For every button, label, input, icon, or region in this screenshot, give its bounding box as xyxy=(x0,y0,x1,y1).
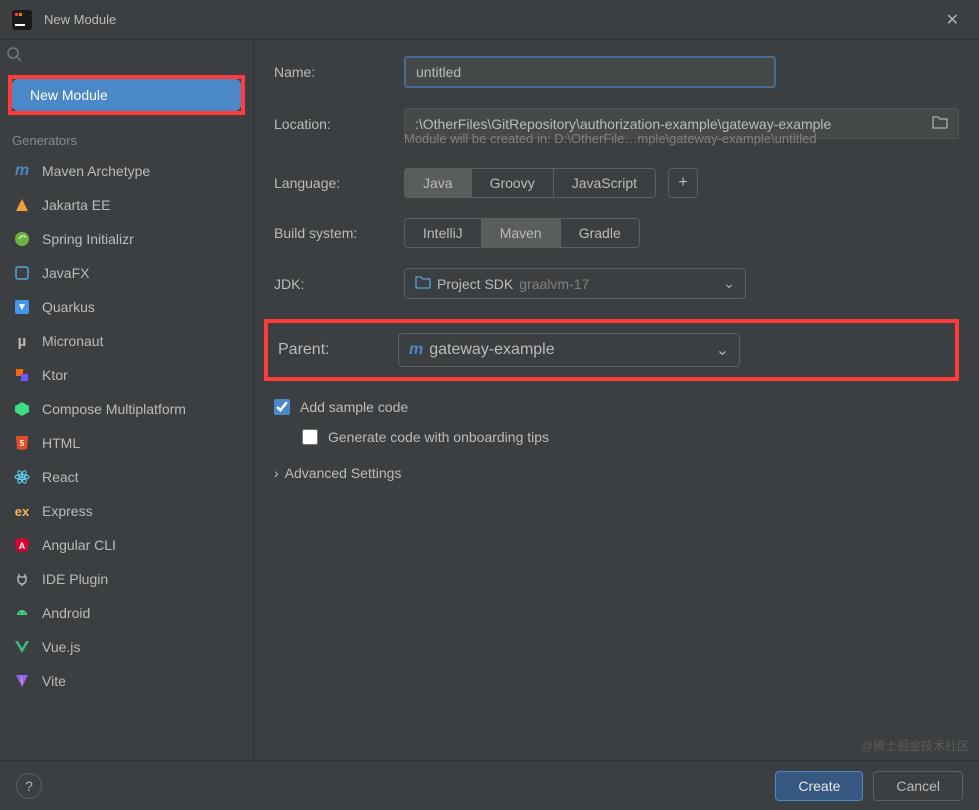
location-label: Location: xyxy=(274,116,404,132)
generators-header: Generators xyxy=(0,123,253,154)
svg-text:A: A xyxy=(19,541,26,551)
sidebar-item-label: Angular CLI xyxy=(42,537,116,553)
maven-m-icon: m xyxy=(409,341,423,359)
sidebar-item-ktor[interactable]: Ktor xyxy=(0,358,253,392)
main-panel: Name: Location: :\OtherFiles\GitReposito… xyxy=(254,40,979,760)
jdk-value: graalvm-17 xyxy=(519,276,589,292)
app-icon xyxy=(12,10,32,30)
footer: ? Create Cancel xyxy=(0,760,979,810)
svg-text:5: 5 xyxy=(20,439,25,448)
jdk-prefix: Project SDK xyxy=(437,276,513,292)
sidebar-item-label: Jakarta EE xyxy=(42,197,110,213)
sidebar-item-label: React xyxy=(42,469,79,485)
parent-label: Parent: xyxy=(268,341,398,359)
name-input[interactable] xyxy=(404,56,776,88)
sidebar-item-label: HTML xyxy=(42,435,80,451)
jakarta-icon xyxy=(12,195,32,215)
sidebar-item-quarkus[interactable]: Quarkus xyxy=(0,290,253,324)
sidebar-item-label: Ktor xyxy=(42,367,68,383)
build-option-maven[interactable]: Maven xyxy=(482,219,561,247)
jdk-label: JDK: xyxy=(274,276,404,292)
chevron-down-icon: ⌄ xyxy=(723,275,735,292)
spring-icon xyxy=(12,229,32,249)
add-language-button[interactable]: + xyxy=(668,168,698,198)
chevron-down-icon: ⌄ xyxy=(716,340,729,360)
generate-tips-label: Generate code with onboarding tips xyxy=(328,429,549,445)
generate-tips-row[interactable]: Generate code with onboarding tips xyxy=(302,429,959,445)
sidebar-item-label: Micronaut xyxy=(42,333,103,349)
language-option-java[interactable]: Java xyxy=(405,169,472,197)
sidebar-item-vuejs[interactable]: Vue.js xyxy=(0,630,253,664)
folder-icon[interactable] xyxy=(932,115,948,132)
micronaut-icon: µ xyxy=(12,331,32,351)
sidebar-item-android[interactable]: Android xyxy=(0,596,253,630)
sidebar-item-micronaut[interactable]: µ Micronaut xyxy=(0,324,253,358)
parent-dropdown[interactable]: m gateway-example ⌄ xyxy=(398,333,740,367)
sidebar-item-label: Spring Initializr xyxy=(42,231,134,247)
sidebar-item-label: JavaFX xyxy=(42,265,89,281)
add-sample-checkbox[interactable] xyxy=(274,399,290,415)
close-icon[interactable]: ✕ xyxy=(938,6,967,34)
quarkus-icon xyxy=(12,297,32,317)
language-label: Language: xyxy=(274,175,404,191)
sidebar-item-jakarta-ee[interactable]: Jakarta EE xyxy=(0,188,253,222)
search-row xyxy=(0,40,253,71)
sidebar-item-label: Compose Multiplatform xyxy=(42,401,186,417)
sidebar: New Module Generators m Maven Archetype Ja… xyxy=(0,40,254,760)
sidebar-item-spring-initializr[interactable]: Spring Initializr xyxy=(0,222,253,256)
create-button[interactable]: Create xyxy=(775,771,863,801)
sidebar-item-express[interactable]: ex Express xyxy=(0,494,253,528)
language-option-javascript[interactable]: JavaScript xyxy=(554,169,655,197)
search-icon[interactable] xyxy=(6,49,22,66)
maven-m-icon: m xyxy=(12,161,32,181)
sidebar-item-javafx[interactable]: JavaFX xyxy=(0,256,253,290)
vue-icon xyxy=(12,637,32,657)
location-value: :\OtherFiles\GitRepository\authorization… xyxy=(415,116,831,132)
sidebar-item-label: IDE Plugin xyxy=(42,571,108,587)
sidebar-item-ide-plugin[interactable]: IDE Plugin xyxy=(0,562,253,596)
sidebar-item-label: Android xyxy=(42,605,90,621)
sidebar-item-label: Express xyxy=(42,503,93,519)
build-option-gradle[interactable]: Gradle xyxy=(561,219,639,247)
name-label: Name: xyxy=(274,64,404,80)
sidebar-item-compose-multiplatform[interactable]: Compose Multiplatform xyxy=(0,392,253,426)
language-option-groovy[interactable]: Groovy xyxy=(472,169,554,197)
express-icon: ex xyxy=(12,501,32,521)
add-sample-label: Add sample code xyxy=(300,399,408,415)
vite-icon xyxy=(12,671,32,691)
compose-icon xyxy=(12,399,32,419)
android-icon xyxy=(12,603,32,623)
sidebar-item-vite[interactable]: Vite xyxy=(0,664,253,698)
plugin-icon xyxy=(12,569,32,589)
build-label: Build system: xyxy=(274,225,404,241)
cancel-button[interactable]: Cancel xyxy=(873,771,963,801)
sidebar-item-label: Maven Archetype xyxy=(42,163,150,179)
nav-new-module[interactable]: New Module xyxy=(12,79,241,111)
html5-icon: 5 xyxy=(12,433,32,453)
javafx-icon xyxy=(12,263,32,283)
sidebar-item-label: Quarkus xyxy=(42,299,95,315)
watermark: @稀土掘金技术社区 xyxy=(861,737,969,754)
jdk-folder-icon xyxy=(415,275,431,292)
react-icon xyxy=(12,467,32,487)
ktor-icon xyxy=(12,365,32,385)
window-title: New Module xyxy=(44,12,938,27)
chevron-right-icon: › xyxy=(274,465,279,481)
sidebar-item-react[interactable]: React xyxy=(0,460,253,494)
advanced-label: Advanced Settings xyxy=(285,465,402,481)
sidebar-item-angular-cli[interactable]: A Angular CLI xyxy=(0,528,253,562)
sidebar-item-label: Vite xyxy=(42,673,66,689)
sidebar-item-maven-archetype[interactable]: m Maven Archetype xyxy=(0,154,253,188)
generate-tips-checkbox[interactable] xyxy=(302,429,318,445)
help-button[interactable]: ? xyxy=(16,773,42,799)
parent-value: gateway-example xyxy=(429,341,554,359)
sidebar-item-html[interactable]: 5 HTML xyxy=(0,426,253,460)
add-sample-row[interactable]: Add sample code xyxy=(274,399,959,415)
build-option-intellij[interactable]: IntelliJ xyxy=(405,219,482,247)
angular-icon: A xyxy=(12,535,32,555)
jdk-dropdown[interactable]: Project SDK graalvm-17 ⌄ xyxy=(404,268,746,299)
sidebar-item-label: Vue.js xyxy=(42,639,80,655)
advanced-settings-toggle[interactable]: › Advanced Settings xyxy=(274,465,959,481)
title-bar: New Module ✕ xyxy=(0,0,979,40)
